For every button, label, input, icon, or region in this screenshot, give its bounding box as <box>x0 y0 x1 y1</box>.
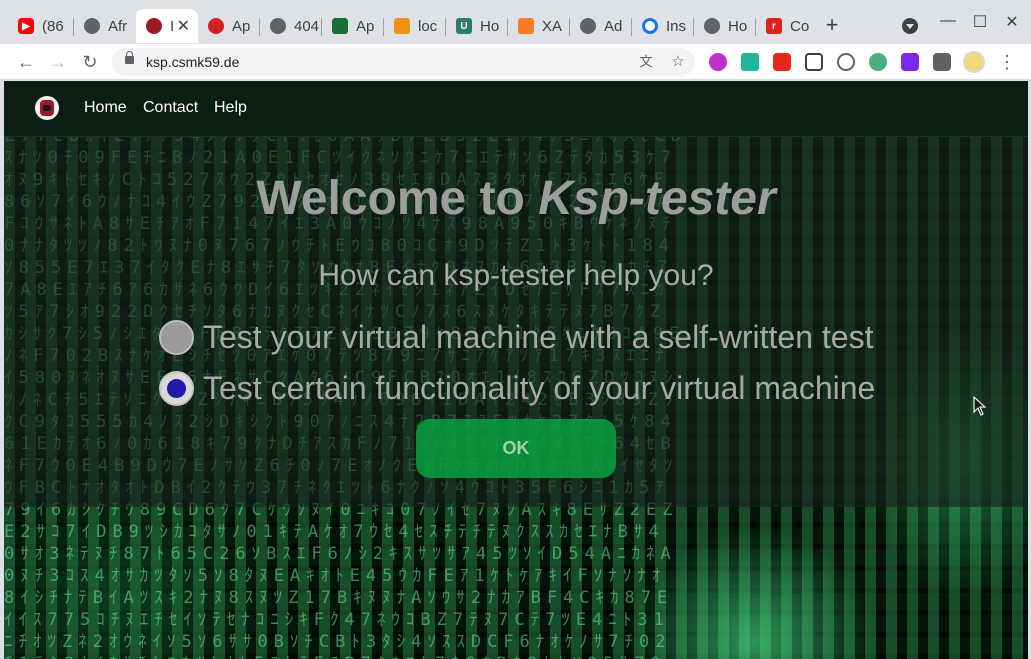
site-logo[interactable] <box>35 96 59 120</box>
globe-icon <box>84 18 100 34</box>
ok-button[interactable]: OK <box>416 419 616 478</box>
menu-kebab-icon[interactable]: ⋮ <box>995 50 1019 74</box>
xampp-icon <box>518 18 534 34</box>
lock-icon[interactable] <box>125 51 134 64</box>
extension-color-icon[interactable] <box>869 53 887 71</box>
nav-link-contact[interactable]: Contact <box>143 99 198 117</box>
wordpress-icon[interactable] <box>837 53 855 71</box>
tab-label: Ho <box>480 17 500 35</box>
tab-ho-2[interactable]: Ho <box>694 9 756 43</box>
tab-apache[interactable]: Ap <box>198 9 260 43</box>
translate-icon[interactable]: 文 <box>636 52 656 72</box>
ksp-logo-icon <box>146 18 162 34</box>
puzzle-piece-icon[interactable] <box>933 53 951 71</box>
tab-localhost[interactable]: loc <box>384 9 446 43</box>
close-tab-icon[interactable]: ✕ <box>177 16 190 36</box>
page-title-brand: Ksp-tester <box>538 172 776 225</box>
option-label: Test your virtual machine with a self-wr… <box>203 318 874 355</box>
tab-label: Ad <box>604 17 623 35</box>
page-title-prefix: Welcome to <box>256 172 539 225</box>
back-arrow-icon[interactable]: ← <box>14 50 38 74</box>
tab-xampp[interactable]: XA <box>508 9 570 43</box>
tab-ad[interactable]: Ad <box>570 9 632 43</box>
help-question: How can ksp-tester help you? <box>318 259 714 292</box>
tab-strip: ▶ (86 Afr I ✕ Ap 404 Ap loc U Ho XA Ad I… <box>0 0 1031 44</box>
apache-feather-icon <box>208 18 224 34</box>
tab-ho[interactable]: U Ho <box>446 9 508 43</box>
profile-avatar[interactable] <box>963 51 985 73</box>
maximize-icon[interactable]: ☐ <box>970 12 990 32</box>
extension-tree-icon[interactable] <box>741 53 759 71</box>
extension-youtube-icon[interactable] <box>773 53 791 71</box>
tab-label: (86 <box>42 17 64 35</box>
extension-purple-icon[interactable] <box>709 53 727 71</box>
tab-search-icon[interactable] <box>902 18 918 34</box>
app-icon <box>332 18 348 34</box>
new-tab-button[interactable]: + <box>820 13 844 37</box>
ut-icon: U <box>456 18 472 34</box>
site-navbar: Home Contact Help <box>4 81 1028 137</box>
nav-link-home[interactable]: Home <box>84 99 127 117</box>
tab-afr[interactable]: Afr <box>74 9 136 43</box>
r-logo-icon: r <box>766 18 782 34</box>
tab-label: Co <box>790 17 810 35</box>
tab-label: loc <box>418 17 438 35</box>
tab-co[interactable]: r Co <box>756 9 814 43</box>
option-self-written-test[interactable]: Test your virtual machine with a self-wr… <box>159 317 873 357</box>
option-certain-functionality[interactable]: Test certain functionality of your virtu… <box>159 368 875 408</box>
tab-label: Ap <box>232 17 251 35</box>
radio-certain-functionality[interactable] <box>159 370 194 406</box>
youtube-icon: ▶ <box>18 18 34 34</box>
globe-icon <box>270 18 286 34</box>
url-text[interactable]: ksp.csmk59.de <box>146 54 239 70</box>
forward-arrow-icon[interactable]: → <box>46 50 70 74</box>
extension-bucket-icon[interactable] <box>901 53 919 71</box>
globe-icon <box>704 18 720 34</box>
tab-label: I <box>170 17 175 35</box>
tab-label: XA <box>542 17 563 35</box>
page-title: Welcome to Ksp-tester <box>4 171 1028 226</box>
tab-label: Ho <box>728 17 748 35</box>
address-bar[interactable]: ksp.csmk59.de 文 ☆ <box>112 48 695 76</box>
minimize-icon[interactable]: — <box>938 12 958 30</box>
tab-ins[interactable]: Ins <box>632 9 694 43</box>
radio-self-written-test[interactable] <box>159 319 194 355</box>
nav-link-help[interactable]: Help <box>214 99 247 117</box>
tab-ksp-active[interactable]: I ✕ <box>136 9 198 43</box>
tab-label: 404 <box>294 17 320 35</box>
tab-404[interactable]: 404 <box>260 9 322 43</box>
picture-in-picture-icon[interactable] <box>805 53 823 71</box>
tab-ap[interactable]: Ap <box>322 9 384 43</box>
reload-icon[interactable]: ↻ <box>78 50 102 74</box>
spinner-icon <box>642 18 658 34</box>
tab-label: Ap <box>356 17 375 35</box>
tab-label: Ins <box>666 17 687 35</box>
phpmyadmin-icon <box>394 18 410 34</box>
close-window-icon[interactable]: ✕ <box>1002 12 1022 32</box>
globe-icon <box>580 18 596 34</box>
tab-label: Afr <box>108 17 128 35</box>
browser-toolbar: ← → ↻ ksp.csmk59.de 文 ☆ ⋮ <box>0 44 1031 80</box>
tab-youtube[interactable]: ▶ (86 <box>8 9 74 43</box>
bookmark-star-icon[interactable]: ☆ <box>668 52 688 72</box>
page-viewport: ﾈｿﾄ0ﾄｸｸZ37ｵﾁ4ﾄ4ｾﾅｲｺﾂD2A6ｷZ8ｵﾂﾆZﾆﾀｴ5A9ﾁｻ5… <box>4 81 1028 659</box>
option-label: Test certain functionality of your virtu… <box>203 369 876 406</box>
